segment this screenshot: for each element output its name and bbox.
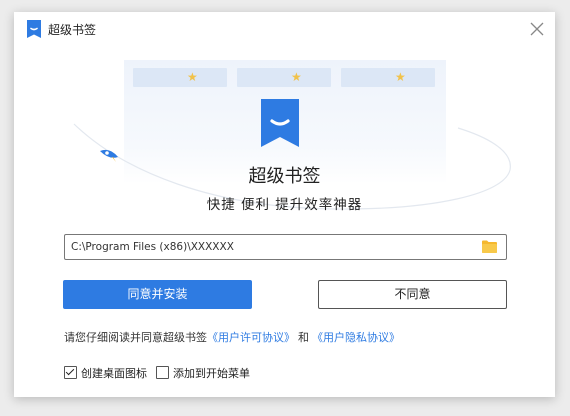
app-name: 超级书签 bbox=[248, 166, 321, 187]
disagree-button[interactable]: 不同意 bbox=[318, 280, 507, 309]
folder-icon[interactable] bbox=[482, 240, 497, 253]
install-path-input[interactable] bbox=[71, 235, 471, 259]
agreement-notice: 请您仔细阅读并同意超级书签《用户许可协议》和《用户隐私协议》 bbox=[64, 329, 400, 345]
desktop-icon-label: 创建桌面图标 bbox=[81, 367, 147, 380]
agreement-conjunction: 和 bbox=[298, 331, 309, 344]
agreement-text: 请您仔细阅读并同意超级书签 bbox=[64, 331, 207, 344]
app-slogan: 快捷 便利 提升效率神器 bbox=[206, 197, 363, 213]
license-agreement-link[interactable]: 《用户许可协议》 bbox=[207, 331, 295, 344]
app-logo-icon bbox=[261, 99, 299, 147]
agree-install-button[interactable]: 同意并安装 bbox=[63, 280, 252, 309]
rocket-icon bbox=[100, 149, 118, 162]
install-path-box bbox=[64, 234, 507, 260]
start-menu-option[interactable]: 添加到开始菜单 bbox=[156, 365, 250, 381]
installer-window: 超级书签 ★ ★ ★ 超级书签 快捷 便利 提升效率神器 同意并安装 不同意 请… bbox=[14, 12, 555, 397]
privacy-agreement-link[interactable]: 《用户隐私协议》 bbox=[312, 331, 400, 344]
desktop-icon-checkbox[interactable] bbox=[64, 366, 77, 379]
desktop-icon-option[interactable]: 创建桌面图标 bbox=[64, 365, 147, 381]
start-menu-checkbox[interactable] bbox=[156, 366, 169, 379]
start-menu-label: 添加到开始菜单 bbox=[173, 367, 250, 380]
